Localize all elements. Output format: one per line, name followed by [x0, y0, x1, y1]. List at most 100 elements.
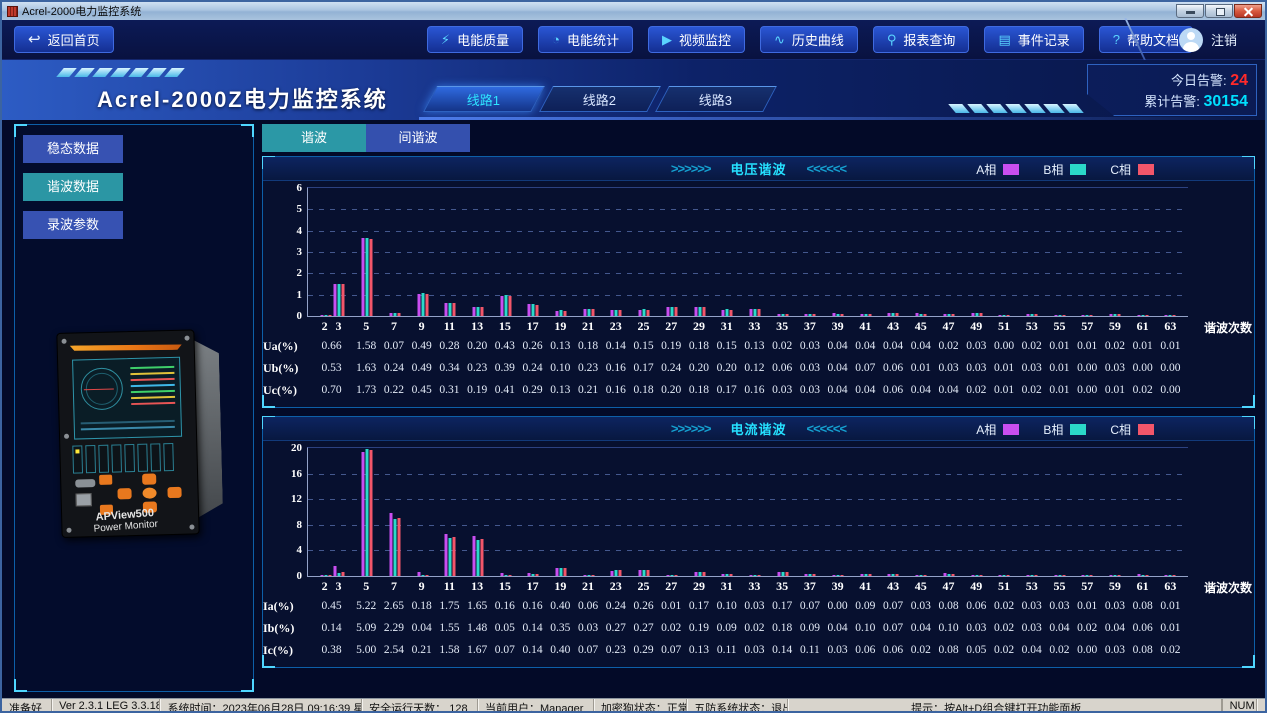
x-tick-label: 37	[803, 319, 816, 333]
table-cell: 0.02	[1160, 644, 1181, 656]
table-cell: 0.24	[661, 362, 682, 374]
table-cell: 0.08	[1132, 644, 1153, 656]
bar	[476, 539, 480, 576]
bar-group	[777, 572, 789, 576]
table-cell: 0.03	[827, 644, 848, 656]
screw	[184, 335, 190, 341]
bar	[729, 309, 733, 316]
x-tick-label: 9	[418, 319, 425, 333]
bar	[472, 307, 476, 316]
table-cell: 0.04	[411, 622, 432, 634]
chart-plot-area: 0 4 8 12 16 20	[291, 442, 1188, 582]
bar	[895, 574, 899, 576]
event-log-button-label: 事件记录	[1017, 33, 1070, 48]
bar	[670, 575, 674, 576]
video-monitor-button[interactable]: ▶ 视频监控	[647, 26, 745, 53]
bar	[448, 302, 452, 316]
table-cell: 0.16	[605, 362, 626, 374]
table-cell: 0.14	[522, 644, 543, 656]
back-arrow-icon: ↩	[28, 31, 41, 48]
minimize-button[interactable]	[1176, 4, 1204, 18]
bar	[646, 569, 650, 576]
table-cell: 0.01	[1077, 600, 1098, 612]
back-home-button[interactable]: ↩ 返回首页	[14, 26, 114, 53]
bar	[527, 573, 531, 576]
x-tick-label: 49	[970, 319, 983, 333]
table-cell: 0.00	[1077, 362, 1098, 374]
bar	[725, 309, 729, 316]
bar-group	[555, 310, 567, 316]
chart-panels: >>>>>> 电压谐波 <<<<<< A相 B相 C相 0 1 2 3 4 5 6 2 3 5 7 9 11 13 15…	[262, 156, 1255, 668]
x-tick-label: 17	[526, 579, 539, 593]
bar-group	[971, 312, 982, 316]
x-tick-label: 19	[554, 579, 567, 593]
tab-interharmonic[interactable]: 间谐波	[366, 124, 470, 152]
bar-group	[333, 566, 345, 576]
bar-group	[887, 313, 899, 316]
header-banner: Acrel-2000Z电力监控系统 线路1 线路2 线路3 今日告警: 24 累计告…	[2, 60, 1265, 120]
bar-group	[417, 293, 429, 316]
stripe	[1024, 104, 1046, 113]
line-tab-2[interactable]: 线路2	[539, 86, 661, 112]
report-query-button[interactable]: ⚲ 报表查询	[872, 26, 970, 53]
table-cell: 0.14	[321, 622, 342, 634]
bar	[781, 572, 785, 576]
bar	[425, 293, 429, 316]
table-cell: 5.22	[356, 600, 377, 612]
restore-button[interactable]	[1205, 4, 1233, 18]
bar	[1113, 575, 1117, 576]
x-tick-label: 31	[720, 319, 733, 333]
table-cell: 0.19	[661, 340, 682, 352]
bar-group	[555, 567, 567, 576]
table-cell: 0.00	[1160, 362, 1181, 374]
sidebar-item-wave-record-params[interactable]: 录波参数	[23, 211, 123, 239]
bar	[638, 309, 642, 316]
legend-item: B相	[1043, 161, 1087, 178]
x-tick-label: 7	[390, 579, 397, 593]
table-cell: 0.02	[661, 622, 682, 634]
x-tick-label: 41	[859, 579, 872, 593]
sidebar-item-steady-state-data[interactable]: 稳态数据	[23, 135, 123, 163]
close-button[interactable]	[1234, 4, 1262, 18]
sidebar-item-harmonic-data[interactable]: 谐波数据	[23, 173, 123, 201]
table-cell: 0.18	[688, 384, 710, 396]
x-tick-label: 21	[582, 579, 595, 593]
bar	[1062, 575, 1066, 576]
table-cell: 0.05	[966, 644, 987, 656]
x-tick-label: 2	[321, 319, 328, 333]
bar-group	[832, 313, 844, 316]
logout-button[interactable]: 注销	[1211, 30, 1237, 49]
table-cell: 0.14	[522, 622, 543, 634]
table-cell: 0.07	[661, 644, 682, 656]
table-cell: 2.65	[383, 600, 404, 612]
bar	[1089, 575, 1093, 576]
bar	[666, 575, 670, 576]
tab-harmonic[interactable]: 谐波	[262, 124, 366, 152]
table-cell: 0.04	[883, 340, 904, 352]
power-quality-button[interactable]: ⚡ 电能质量	[426, 26, 524, 53]
table-cell: 0.06	[883, 362, 904, 374]
chart-plot-area: 0 1 2 3 4 5 6	[297, 182, 1188, 322]
table-cell: 0.02	[938, 340, 959, 352]
x-tick-label: 47	[942, 319, 955, 333]
table-cell: 0.15	[716, 340, 737, 352]
line-tab-1[interactable]: 线路1	[423, 86, 545, 112]
user-area[interactable]: 注销	[1178, 27, 1237, 52]
table-cell: 0.01	[1104, 384, 1125, 396]
history-curve-button[interactable]: ∿ 历史曲线	[759, 26, 858, 53]
table-cell: 0.14	[605, 340, 626, 352]
table-cell: 0.04	[1021, 644, 1042, 656]
legend-item: B相	[1043, 421, 1087, 438]
table-cell: 0.17	[633, 362, 654, 374]
table-cell: 0.21	[411, 644, 432, 656]
energy-stats-button[interactable]: ◔ 电能统计	[538, 26, 633, 53]
alarm-today-value: 24	[1230, 72, 1248, 89]
line-tab-3[interactable]: 线路3	[655, 86, 777, 112]
table-cell: 0.02	[1104, 340, 1125, 352]
table-cell: 0.03	[1021, 622, 1042, 634]
bar	[887, 313, 891, 316]
bar	[337, 283, 341, 316]
bar	[324, 575, 328, 576]
event-log-button[interactable]: ▤ 事件记录	[984, 26, 1084, 53]
bar	[1109, 314, 1113, 316]
